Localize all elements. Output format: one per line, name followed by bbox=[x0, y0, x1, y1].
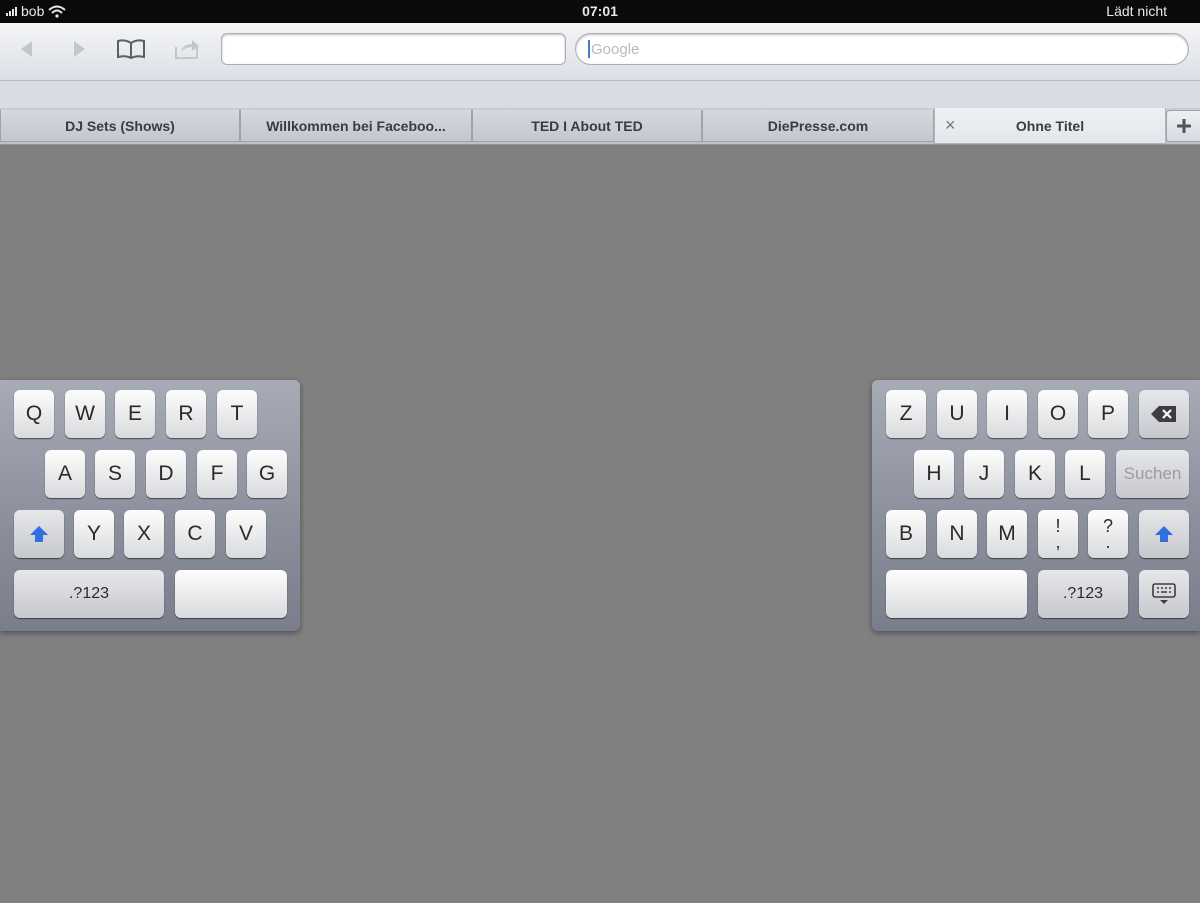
hide-keyboard-key[interactable] bbox=[1139, 570, 1189, 618]
key-exclamation-comma[interactable]: ! , bbox=[1038, 510, 1078, 558]
key-e[interactable]: E bbox=[115, 390, 155, 438]
bookmarks-icon bbox=[117, 39, 145, 60]
key-q[interactable]: Q bbox=[14, 390, 54, 438]
share-icon bbox=[175, 40, 199, 59]
back-icon bbox=[21, 41, 32, 57]
shift-arrow-icon bbox=[30, 526, 48, 542]
share-button[interactable] bbox=[172, 35, 202, 63]
key-punct-stack: ! , bbox=[1055, 517, 1061, 552]
clock: 07:01 bbox=[582, 3, 618, 19]
search-field[interactable]: Google bbox=[575, 33, 1189, 65]
tab-ohne-titel[interactable]: × Ohne Titel bbox=[934, 108, 1166, 144]
new-tab-button[interactable] bbox=[1166, 110, 1200, 142]
bookmarks-bar bbox=[0, 81, 1200, 108]
key-c[interactable]: C bbox=[175, 510, 215, 558]
key-x[interactable]: X bbox=[124, 510, 164, 558]
split-keyboard-right: Z U I O P H J K L Suchen B N M ! , ? . .… bbox=[872, 380, 1200, 631]
backspace-icon bbox=[1151, 406, 1176, 422]
forward-icon bbox=[74, 41, 85, 57]
tab-title: TED I About TED bbox=[531, 117, 643, 134]
key-v[interactable]: V bbox=[226, 510, 266, 558]
space-key-right[interactable] bbox=[886, 570, 1027, 618]
key-lower-char: . bbox=[1105, 532, 1111, 552]
backspace-key[interactable] bbox=[1139, 390, 1189, 438]
key-punct-stack: ? . bbox=[1103, 517, 1113, 552]
key-s[interactable]: S bbox=[95, 450, 135, 498]
address-field[interactable] bbox=[221, 33, 566, 65]
tab-diepresse[interactable]: DiePresse.com bbox=[702, 110, 934, 142]
shift-key-left[interactable] bbox=[14, 510, 64, 558]
shift-key-right[interactable] bbox=[1139, 510, 1189, 558]
key-f[interactable]: F bbox=[197, 450, 237, 498]
key-t[interactable]: T bbox=[217, 390, 257, 438]
loading-status: Lädt nicht bbox=[1106, 3, 1167, 19]
key-g[interactable]: G bbox=[247, 450, 287, 498]
status-bar: bob 07:01 Lädt nicht bbox=[0, 0, 1200, 23]
split-keyboard-left: Q W E R T A S D F G Y X C V .?123 bbox=[0, 380, 300, 631]
key-i[interactable]: I bbox=[987, 390, 1027, 438]
key-m[interactable]: M bbox=[987, 510, 1027, 558]
forward-button[interactable] bbox=[64, 35, 94, 63]
key-d[interactable]: D bbox=[146, 450, 186, 498]
key-k[interactable]: K bbox=[1015, 450, 1055, 498]
search-placeholder: Google bbox=[591, 40, 640, 58]
tab-facebook[interactable]: Willkommen bei Faceboo... bbox=[240, 110, 472, 142]
tab-title: Willkommen bei Faceboo... bbox=[266, 117, 446, 134]
key-w[interactable]: W bbox=[65, 390, 105, 438]
back-button[interactable] bbox=[12, 35, 42, 63]
tab-ted[interactable]: TED I About TED bbox=[472, 110, 702, 142]
key-p[interactable]: P bbox=[1088, 390, 1128, 438]
space-key-left[interactable] bbox=[175, 570, 287, 618]
shift-arrow-icon bbox=[1155, 526, 1173, 542]
key-r[interactable]: R bbox=[166, 390, 206, 438]
tab-title: DiePresse.com bbox=[767, 117, 869, 134]
key-a[interactable]: A bbox=[45, 450, 85, 498]
tab-title: Ohne Titel bbox=[1015, 117, 1085, 134]
tab-bar: DJ Sets (Shows) Willkommen bei Faceboo..… bbox=[0, 108, 1200, 145]
key-n[interactable]: N bbox=[937, 510, 977, 558]
key-y[interactable]: Y bbox=[74, 510, 114, 558]
key-l[interactable]: L bbox=[1065, 450, 1105, 498]
key-z[interactable]: Z bbox=[886, 390, 926, 438]
browser-toolbar: Google bbox=[0, 23, 1200, 81]
tab-dj-sets[interactable]: DJ Sets (Shows) bbox=[0, 110, 240, 142]
tab-title: DJ Sets (Shows) bbox=[65, 117, 175, 134]
numbers-key-right[interactable]: .?123 bbox=[1038, 570, 1128, 618]
key-question-period[interactable]: ? . bbox=[1088, 510, 1128, 558]
close-tab-icon[interactable]: × bbox=[945, 115, 956, 136]
numbers-key-left[interactable]: .?123 bbox=[14, 570, 164, 618]
bookmarks-button[interactable] bbox=[116, 35, 146, 63]
plus-icon bbox=[1177, 119, 1191, 133]
text-cursor bbox=[588, 40, 590, 58]
key-j[interactable]: J bbox=[964, 450, 1004, 498]
keyboard-dismiss-icon bbox=[1152, 583, 1176, 604]
search-key[interactable]: Suchen bbox=[1116, 450, 1189, 498]
key-o[interactable]: O bbox=[1038, 390, 1078, 438]
key-u[interactable]: U bbox=[937, 390, 977, 438]
key-lower-char: , bbox=[1055, 532, 1061, 552]
key-h[interactable]: H bbox=[914, 450, 954, 498]
key-b[interactable]: B bbox=[886, 510, 926, 558]
